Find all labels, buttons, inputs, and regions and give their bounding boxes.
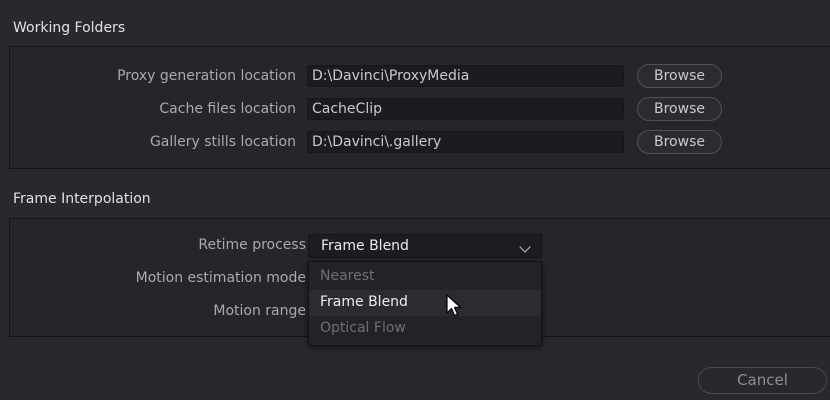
gallery-location-label: Gallery stills location	[149, 134, 296, 150]
mouse-cursor-icon	[446, 294, 462, 317]
cancel-button[interactable]: Cancel	[698, 367, 827, 394]
option-nearest[interactable]: Nearest	[309, 264, 541, 290]
retime-options-menu: Nearest Frame Blend Optical Flow	[308, 261, 542, 346]
gallery-browse-button[interactable]: Browse	[637, 130, 722, 154]
chevron-down-icon[interactable]	[519, 241, 531, 253]
proxy-location-field[interactable]: D:\Davinci\ProxyMedia	[307, 65, 624, 87]
working-folders-labels: Proxy generation location Cache files lo…	[10, 47, 306, 168]
frame-interpolation-title: Frame Interpolation	[13, 191, 151, 207]
working-folders-title: Working Folders	[13, 20, 126, 36]
option-frame-blend[interactable]: Frame Blend	[309, 290, 541, 316]
motion-estimation-label: Motion estimation mode	[135, 270, 306, 286]
frame-interpolation-labels: Retime process Motion estimation mode Mo…	[10, 219, 306, 336]
option-optical-flow[interactable]: Optical Flow	[309, 316, 541, 342]
retime-process-dropdown[interactable]: Frame Blend	[308, 234, 542, 258]
gallery-location-field[interactable]: D:\Davinci\.gallery	[307, 131, 624, 153]
cache-location-field[interactable]: CacheClip	[307, 98, 624, 120]
proxy-location-label: Proxy generation location	[117, 68, 296, 84]
proxy-browse-button[interactable]: Browse	[637, 64, 722, 88]
cache-browse-button[interactable]: Browse	[637, 97, 722, 121]
retime-process-value: Frame Blend	[321, 238, 409, 254]
motion-range-label: Motion range	[213, 303, 306, 319]
preferences-panel: Working Folders Proxy generation locatio…	[0, 0, 830, 400]
cache-location-label: Cache files location	[159, 101, 296, 117]
retime-process-label: Retime process	[198, 237, 306, 253]
